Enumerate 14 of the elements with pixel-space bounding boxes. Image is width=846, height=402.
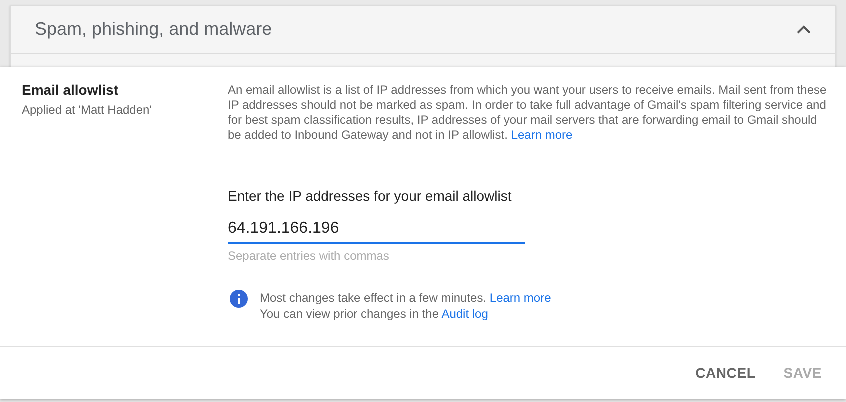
info-icon [230, 290, 248, 308]
learn-more-link[interactable]: Learn more [511, 128, 573, 142]
collapse-icon[interactable] [797, 24, 811, 34]
setting-scope: Applied at 'Matt Hadden' [22, 103, 153, 117]
section-title: Spam, phishing, and malware [35, 19, 272, 40]
description-text: An email allowlist is a list of IP addresses from which you want your users to receive emails. Mail sent from these IP addresses should not be marked as spam. In order to take full advantage of Gmail's spam filtering service and for best spam classification results, IP addresses of your mail servers that are forwarding email to Gmail should be added to Inbound Gateway and not in IP allowlist. Learn more [228, 83, 828, 143]
notice-link[interactable]: Audit log [442, 307, 488, 321]
field-hint: Separate entries with commas [228, 249, 390, 263]
notice-link[interactable]: Learn more [490, 291, 552, 305]
cancel-button[interactable]: CANCEL [686, 357, 766, 389]
notice-text: Most changes take effect in a few minutes. Learn more [260, 290, 552, 306]
notice-text: You can view prior changes in the Audit log [260, 306, 490, 322]
field-label: Enter the IP addresses for your email allowlist [228, 188, 513, 204]
setting-name: Email allowlist [22, 82, 120, 98]
